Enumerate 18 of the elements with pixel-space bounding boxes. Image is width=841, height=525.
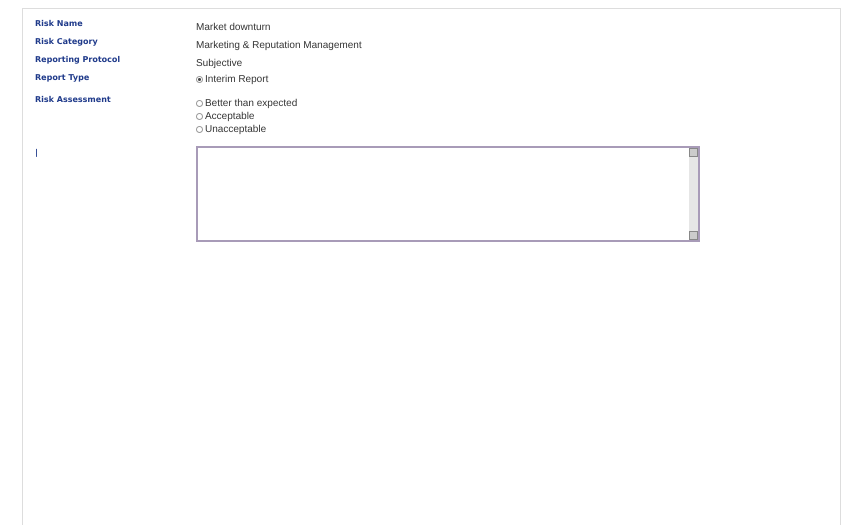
radio-label: Better than expected bbox=[205, 98, 298, 109]
field-label: Risk Category bbox=[35, 36, 99, 46]
field-label: Risk Name bbox=[35, 18, 84, 28]
field-label: Risk Assessment bbox=[35, 94, 112, 104]
radio-label: Acceptable bbox=[205, 111, 254, 122]
radio-button[interactable] bbox=[196, 113, 203, 120]
radio-button[interactable] bbox=[196, 76, 203, 83]
text-area[interactable] bbox=[196, 146, 700, 242]
radio-label: Interim Report bbox=[205, 74, 268, 85]
field-label: Reporting Protocol bbox=[35, 54, 122, 64]
radio-label: Unacceptable bbox=[205, 124, 266, 135]
field-label: Report Type bbox=[35, 72, 90, 82]
field-label: | bbox=[35, 147, 39, 157]
radio-button[interactable] bbox=[196, 100, 203, 107]
radio-button[interactable] bbox=[196, 126, 203, 133]
field-value: Marketing & Reputation Management bbox=[196, 39, 362, 51]
field-value: Subjective bbox=[196, 57, 242, 69]
field-value: Market downturn bbox=[196, 21, 270, 33]
